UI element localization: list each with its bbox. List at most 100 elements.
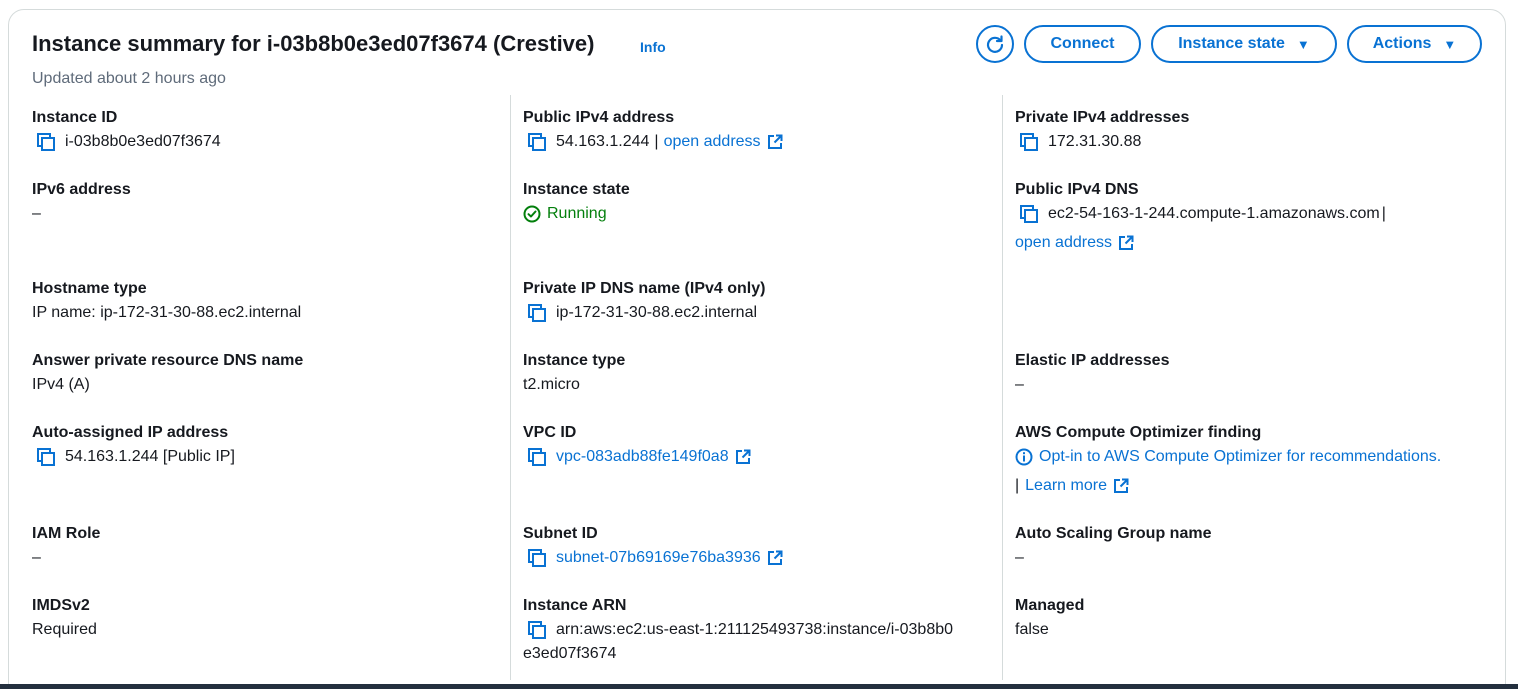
private-ipv4-value: 172.31.30.88	[1048, 133, 1142, 150]
field-private-dns: Private IP DNS name (IPv4 only) ip-172-3…	[523, 279, 765, 323]
info-link[interactable]: Info	[640, 39, 666, 55]
external-link-icon[interactable]	[767, 134, 783, 150]
bottom-bar	[0, 684, 1518, 689]
open-address-link[interactable]: open address	[664, 132, 761, 152]
field-compute-optimizer: AWS Compute Optimizer finding Opt-in to …	[1015, 423, 1441, 496]
refresh-button[interactable]	[976, 25, 1014, 63]
imdsv2-value: Required	[32, 621, 97, 638]
updated-timestamp: Updated about 2 hours ago	[32, 70, 226, 87]
field-label: VPC ID	[523, 424, 577, 441]
subnet-id-link[interactable]: subnet-07b69169e76ba3936	[556, 548, 761, 568]
instance-state-dropdown[interactable]: Instance state ▼	[1151, 25, 1337, 63]
column-divider	[510, 95, 511, 680]
field-instance-id: Instance ID i-03b8b0e3ed07f3674	[32, 108, 221, 152]
copy-icon[interactable]	[527, 548, 547, 568]
external-link-icon[interactable]	[735, 449, 751, 465]
field-label: Auto Scaling Group name	[1015, 525, 1212, 542]
instance-arn-value-cont: e3ed07f3674	[523, 645, 617, 662]
copy-icon[interactable]	[1019, 132, 1039, 152]
field-auto-ip: Auto-assigned IP address 54.163.1.244 [P…	[32, 423, 235, 467]
public-ipv4-value: 54.163.1.244	[556, 133, 650, 150]
copy-icon[interactable]	[1019, 204, 1039, 224]
actions-label: Actions	[1372, 35, 1432, 52]
separator: |	[1015, 477, 1020, 494]
copy-icon[interactable]	[36, 447, 56, 467]
separator: |	[1381, 205, 1386, 222]
field-elastic-ip: Elastic IP addresses –	[1015, 351, 1169, 395]
instance-arn-value: arn:aws:ec2:us-east-1:211125493738:insta…	[556, 621, 954, 638]
instance-summary-panel: Instance summary for i-03b8b0e3ed07f3674…	[8, 9, 1506, 689]
field-label: Public IPv4 DNS	[1015, 181, 1139, 198]
connect-button[interactable]: Connect	[1024, 25, 1141, 63]
copy-icon[interactable]	[527, 132, 547, 152]
copy-icon[interactable]	[527, 303, 547, 323]
instance-type-value: t2.micro	[523, 376, 580, 393]
field-label: AWS Compute Optimizer finding	[1015, 424, 1262, 441]
optimizer-opt-in-link[interactable]: Opt-in to AWS Compute Optimizer for reco…	[1039, 447, 1441, 467]
field-asg-name: Auto Scaling Group name –	[1015, 524, 1211, 568]
public-dns-value: ec2-54-163-1-244.compute-1.amazonaws.com	[1048, 205, 1380, 222]
connect-button-label: Connect	[1050, 35, 1115, 52]
field-label: Private IPv4 addresses	[1015, 109, 1190, 126]
copy-icon[interactable]	[36, 132, 56, 152]
field-imdsv2: IMDSv2 Required	[32, 596, 97, 640]
external-link-icon[interactable]	[767, 550, 783, 566]
field-label: Public IPv4 address	[523, 109, 675, 126]
answer-dns-value: IPv4 (A)	[32, 376, 90, 393]
asg-value: –	[1015, 549, 1024, 566]
caret-down-icon: ▼	[1443, 36, 1457, 52]
managed-value: false	[1015, 621, 1049, 638]
field-vpc-id: VPC ID vpc-083adb88fe149f0a8	[523, 423, 751, 467]
instance-id-value: i-03b8b0e3ed07f3674	[65, 133, 221, 150]
refresh-icon	[986, 35, 1004, 53]
field-label: Subnet ID	[523, 525, 598, 542]
field-label: Instance state	[523, 181, 630, 198]
auto-ip-value: 54.163.1.244 [Public IP]	[65, 448, 235, 465]
actions-dropdown[interactable]: Actions ▼	[1347, 25, 1482, 63]
field-label: Private IP DNS name (IPv4 only)	[523, 280, 766, 297]
field-private-ipv4: Private IPv4 addresses 172.31.30.88	[1015, 108, 1189, 152]
field-public-dns: Public IPv4 DNS ec2-54-163-1-244.compute…	[1015, 180, 1386, 253]
copy-icon[interactable]	[527, 620, 547, 640]
external-link-icon[interactable]	[1118, 235, 1134, 251]
column-divider	[1002, 95, 1003, 680]
field-ipv6: IPv6 address –	[32, 180, 131, 224]
learn-more-link[interactable]: Learn more	[1025, 476, 1107, 496]
field-public-ipv4: Public IPv4 address 54.163.1.244 | open …	[523, 108, 783, 152]
copy-icon[interactable]	[527, 447, 547, 467]
private-dns-value: ip-172-31-30-88.ec2.internal	[556, 304, 758, 321]
separator: |	[654, 133, 659, 150]
instance-state-value: Running	[547, 205, 607, 222]
external-link-icon[interactable]	[1113, 478, 1129, 494]
field-label: Instance type	[523, 352, 626, 369]
open-address-link[interactable]: open address	[1015, 233, 1112, 253]
instance-state-label: Instance state	[1178, 35, 1285, 52]
field-subnet-id: Subnet ID subnet-07b69169e76ba3936	[523, 524, 783, 568]
field-label: IAM Role	[32, 525, 101, 542]
field-label: Auto-assigned IP address	[32, 424, 229, 441]
iam-role-value: –	[32, 549, 41, 566]
status-running-icon	[523, 205, 541, 223]
field-label: Instance ID	[32, 109, 118, 126]
field-answer-dns: Answer private resource DNS name IPv4 (A…	[32, 351, 303, 395]
hostname-type-value: IP name: ip-172-31-30-88.ec2.internal	[32, 304, 302, 321]
caret-down-icon: ▼	[1296, 36, 1310, 52]
field-label: Hostname type	[32, 280, 147, 297]
field-label: Answer private resource DNS name	[32, 352, 304, 369]
field-hostname-type: Hostname type IP name: ip-172-31-30-88.e…	[32, 279, 301, 323]
field-instance-state: Instance state Running	[523, 180, 630, 224]
field-managed: Managed false	[1015, 596, 1084, 640]
info-circle-icon	[1015, 448, 1033, 466]
vpc-id-link[interactable]: vpc-083adb88fe149f0a8	[556, 447, 729, 467]
page-title: Instance summary for i-03b8b0e3ed07f3674…	[32, 31, 595, 56]
ipv6-value: –	[32, 205, 41, 222]
field-iam-role: IAM Role –	[32, 524, 100, 568]
field-instance-type: Instance type t2.micro	[523, 351, 625, 395]
field-instance-arn: Instance ARN arn:aws:ec2:us-east-1:21112…	[523, 596, 953, 664]
field-label: IPv6 address	[32, 181, 131, 198]
field-label: Elastic IP addresses	[1015, 352, 1170, 369]
field-label: IMDSv2	[32, 597, 90, 614]
field-label: Managed	[1015, 597, 1085, 614]
elastic-ip-value: –	[1015, 376, 1024, 393]
field-label: Instance ARN	[523, 597, 627, 614]
